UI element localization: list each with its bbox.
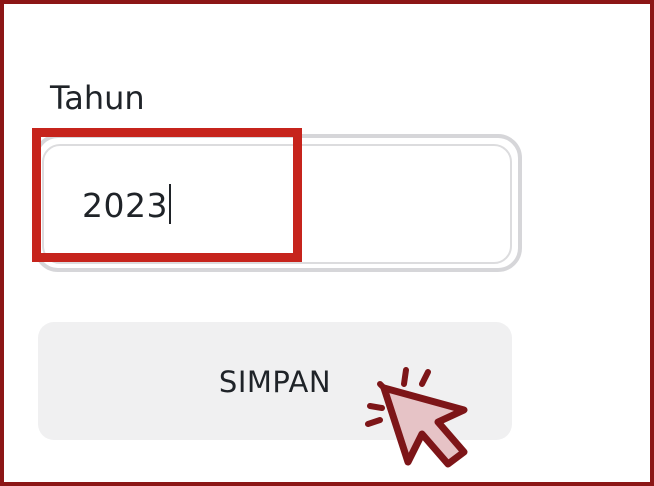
year-label: Tahun (50, 79, 145, 117)
cursor-click-icon (365, 367, 468, 468)
input-highlight-box (32, 128, 302, 262)
